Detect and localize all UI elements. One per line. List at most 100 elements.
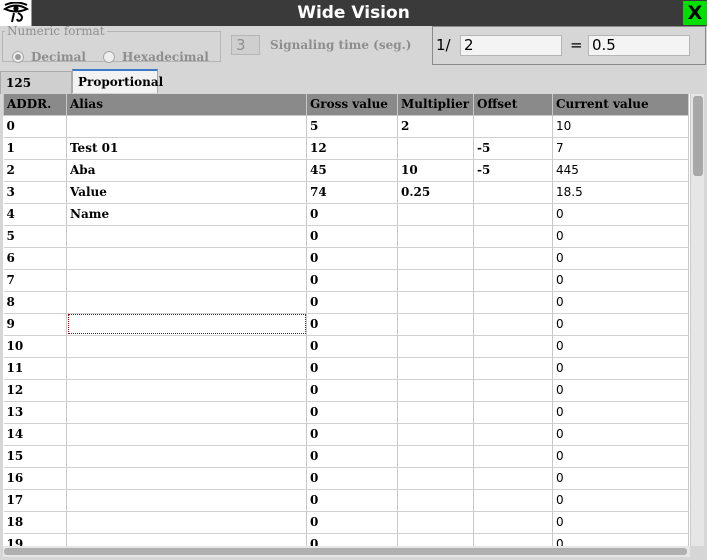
offset-cell[interactable] [473,445,553,468]
offset-cell[interactable] [473,489,553,512]
table-row[interactable]: 0 5 2 10 [3,115,689,138]
alias-cell[interactable]: Value [66,181,307,204]
table-row[interactable]: 5 0 0 [3,225,689,248]
multiplier-cell[interactable] [397,445,474,468]
gross-value-cell[interactable]: 0 [306,225,398,248]
multiplier-cell[interactable] [397,511,474,534]
gross-value-cell[interactable]: 0 [306,445,398,468]
gross-value-cell[interactable]: 0 [306,401,398,424]
offset-cell[interactable]: -5 [473,137,553,160]
alias-cell[interactable] [66,379,307,402]
gross-value-cell[interactable]: 0 [306,533,398,546]
column-header-addr[interactable]: ADDR. [3,94,67,116]
table-row[interactable]: 8 0 0 [3,291,689,314]
gross-value-cell[interactable]: 0 [306,203,398,226]
alias-cell[interactable] [66,533,307,546]
alias-cell[interactable] [66,115,307,138]
gross-value-cell[interactable]: 0 [306,467,398,490]
offset-cell[interactable] [473,203,553,226]
offset-cell[interactable]: -5 [473,159,553,182]
alias-cell[interactable]: Test 01 [66,137,307,160]
table-row[interactable]: 11 0 0 [3,357,689,380]
table-row[interactable]: 12 0 0 [3,379,689,402]
close-button[interactable]: X [683,1,707,25]
offset-cell[interactable] [473,401,553,424]
table-row[interactable]: 9 0 0 [3,313,689,336]
multiplier-cell[interactable] [397,335,474,358]
table-row[interactable]: 6 0 0 [3,247,689,270]
offset-cell[interactable] [473,511,553,534]
column-header-offset[interactable]: Offset [473,94,553,116]
multiplier-cell[interactable] [397,137,474,160]
multiplier-cell[interactable] [397,313,474,336]
offset-cell[interactable] [473,379,553,402]
multiplier-cell[interactable] [397,401,474,424]
multiplier-cell[interactable] [397,357,474,380]
divisor-input[interactable]: 2 [460,35,562,56]
multiplier-cell[interactable] [397,269,474,292]
table-row[interactable]: 17 0 0 [3,489,689,512]
table-row[interactable]: 16 0 0 [3,467,689,490]
column-header-multiplier[interactable]: Multiplier [397,94,474,116]
horizontal-scrollbar[interactable] [3,546,690,557]
table-row[interactable]: 15 0 0 [3,445,689,468]
multiplier-cell[interactable] [397,203,474,226]
multiplier-cell[interactable] [397,247,474,270]
table-row[interactable]: 10 0 0 [3,335,689,358]
column-header-gross-value[interactable]: Gross value [306,94,398,116]
table-row[interactable]: 18 0 0 [3,511,689,534]
alias-cell[interactable] [66,489,307,512]
multiplier-cell[interactable] [397,379,474,402]
gross-value-cell[interactable]: 0 [306,379,398,402]
multiplier-cell[interactable] [397,291,474,314]
gross-value-cell[interactable]: 74 [306,181,398,204]
gross-value-cell[interactable]: 0 [306,313,398,336]
alias-cell[interactable]: Aba [66,159,307,182]
alias-cell[interactable] [66,423,307,446]
multiplier-cell[interactable] [397,467,474,490]
gross-value-cell[interactable]: 0 [306,489,398,512]
alias-cell[interactable] [66,357,307,380]
alias-cell[interactable]: Name [66,203,307,226]
multiplier-cell[interactable] [397,533,474,546]
alias-cell[interactable] [66,313,307,336]
table-row[interactable]: 4 Name 0 0 [3,203,689,226]
radio-hexadecimal[interactable]: Hexadecimal [103,50,209,64]
multiplier-cell[interactable] [397,489,474,512]
alias-cell[interactable] [66,445,307,468]
column-header-current-value[interactable]: Current value [552,94,689,116]
horizontal-scroll-thumb[interactable] [4,548,687,555]
table-row[interactable]: 3 Value 74 0.25 18.5 [3,181,689,204]
gross-value-cell[interactable]: 45 [306,159,398,182]
table-row[interactable]: 7 0 0 [3,269,689,292]
offset-cell[interactable] [473,357,553,380]
multiplier-cell[interactable]: 10 [397,159,474,182]
multiplier-cell[interactable]: 2 [397,115,474,138]
radio-checked-icon[interactable] [12,51,24,63]
offset-cell[interactable] [473,335,553,358]
offset-cell[interactable] [473,269,553,292]
gross-value-cell[interactable]: 0 [306,247,398,270]
alias-cell[interactable] [66,467,307,490]
gross-value-cell[interactable]: 0 [306,511,398,534]
table-row[interactable]: 19 0 0 [3,533,689,546]
gross-value-cell[interactable]: 5 [306,115,398,138]
result-field[interactable]: 0.5 [588,35,690,56]
gross-value-cell[interactable]: 12 [306,137,398,160]
gross-value-cell[interactable]: 0 [306,357,398,380]
offset-cell[interactable] [473,291,553,314]
gross-value-cell[interactable]: 0 [306,335,398,358]
alias-cell[interactable] [66,269,307,292]
alias-cell[interactable] [66,335,307,358]
offset-cell[interactable] [473,181,553,204]
offset-cell[interactable] [473,225,553,248]
multiplier-cell[interactable] [397,423,474,446]
table-row[interactable]: 2 Aba 45 10 -5 445 [3,159,689,182]
offset-cell[interactable] [473,313,553,336]
table-row[interactable]: 14 0 0 [3,423,689,446]
alias-cell[interactable] [66,247,307,270]
column-header-alias[interactable]: Alias [66,94,307,116]
gross-value-cell[interactable]: 0 [306,423,398,446]
alias-cell[interactable] [66,401,307,424]
offset-cell[interactable] [473,467,553,490]
